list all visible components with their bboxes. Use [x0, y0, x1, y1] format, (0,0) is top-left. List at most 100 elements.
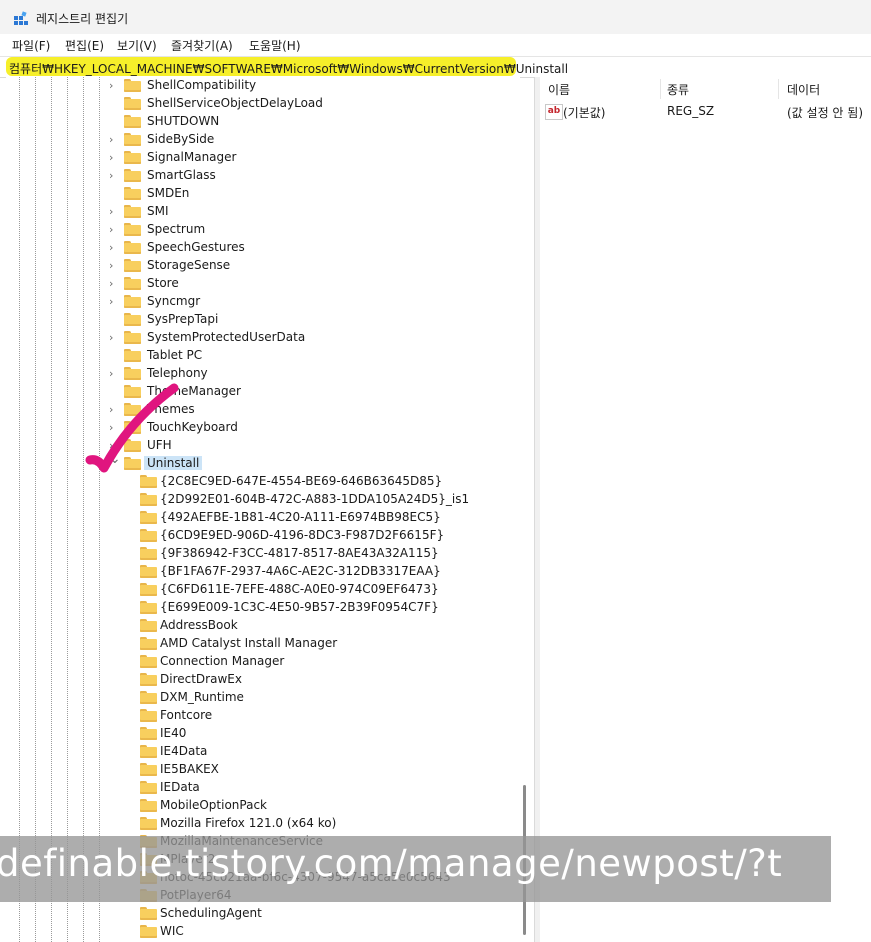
tree-subkey-label[interactable]: {6CD9E9ED-906D-4196-8DC3-F987D2F6615F}	[160, 528, 444, 542]
tree-subkey-row[interactable]: IE5BAKEX	[125, 761, 520, 779]
tree-key-row[interactable]: › ShellCompatibility	[109, 77, 520, 95]
expand-chevron-icon[interactable]: ›	[109, 223, 119, 237]
expand-chevron-icon[interactable]: ›	[109, 241, 119, 255]
expand-chevron-icon[interactable]: ›	[109, 367, 119, 381]
tree-subkey-row[interactable]: MobileOptionPack	[125, 797, 520, 815]
tree-key-label[interactable]: StorageSense	[147, 258, 230, 272]
tree-subkey-row[interactable]: IE4Data	[125, 743, 520, 761]
tree-subkey-label[interactable]: {E699E009-1C3C-4E50-9B57-2B39F0954C7F}	[160, 600, 439, 614]
tree-subkey-label[interactable]: DXM_Runtime	[160, 690, 244, 704]
address-bar[interactable]: 컴퓨터₩HKEY_LOCAL_MACHINE₩SOFTWARE₩Microsof…	[0, 56, 871, 78]
tree-subkey-label[interactable]: WIC	[160, 924, 184, 938]
tree-key-row[interactable]: ShellServiceObjectDelayLoad	[109, 95, 520, 113]
tree-key-label[interactable]: Tablet PC	[147, 348, 202, 362]
tree-key-row[interactable]: › Spectrum	[109, 221, 520, 239]
menu-file[interactable]: 파일(F)	[12, 37, 50, 54]
tree-key-row[interactable]: › SideBySide	[109, 131, 520, 149]
tree-subkey-label[interactable]: {2C8EC9ED-647E-4554-BE69-646B63645D85}	[160, 474, 442, 488]
tree-subkey-row[interactable]: {6CD9E9ED-906D-4196-8DC3-F987D2F6615F}	[125, 527, 520, 545]
values-pane[interactable]: 이름 종류 데이터 ab (기본값) REG_SZ (값 설정 안 됨)	[540, 77, 871, 942]
value-row[interactable]: ab (기본값) REG_SZ (값 설정 안 됨)	[540, 103, 871, 121]
tree-key-row[interactable]: › SMI	[109, 203, 520, 221]
tree-key-label[interactable]: Syncmgr	[147, 294, 200, 308]
tree-key-label[interactable]: SMI	[147, 204, 169, 218]
column-separator[interactable]	[660, 79, 661, 99]
tree-key-label[interactable]: Spectrum	[147, 222, 205, 236]
tree-key-row[interactable]: › SystemProtectedUserData	[109, 329, 520, 347]
tree-subkey-row[interactable]: {C6FD611E-7EFE-488C-A0E0-974C09EF6473}	[125, 581, 520, 599]
tree-subkey-row[interactable]: {2D992E01-604B-472C-A883-1DDA105A24D5}_i…	[125, 491, 520, 509]
tree-key-row[interactable]: SHUTDOWN	[109, 113, 520, 131]
tree-subkey-label[interactable]: {2D992E01-604B-472C-A883-1DDA105A24D5}_i…	[160, 492, 469, 506]
tree-key-row[interactable]: › SpeechGestures	[109, 239, 520, 257]
tree-key-row[interactable]: › StorageSense	[109, 257, 520, 275]
column-header-data[interactable]: 데이터	[787, 81, 820, 98]
tree-subkey-row[interactable]: Mozilla Firefox 121.0 (x64 ko)	[125, 815, 520, 833]
menu-view[interactable]: 보기(V)	[117, 37, 157, 54]
tree-subkey-label[interactable]: {9F386942-F3CC-4817-8517-8AE43A32A115}	[160, 546, 439, 560]
tree-key-label[interactable]: ShellServiceObjectDelayLoad	[147, 96, 323, 110]
tree-subkey-label[interactable]: Mozilla Firefox 121.0 (x64 ko)	[160, 816, 336, 830]
tree-subkey-row[interactable]: Connection Manager	[125, 653, 520, 671]
menu-favorites[interactable]: 즐겨찾기(A)	[171, 37, 233, 54]
expand-chevron-icon[interactable]: ›	[109, 133, 119, 147]
tree-key-label[interactable]: SideBySide	[147, 132, 214, 146]
expand-chevron-icon[interactable]: ›	[109, 277, 119, 291]
expand-chevron-icon[interactable]: ›	[109, 79, 119, 93]
tree-scrollbar[interactable]	[517, 77, 521, 942]
tree-subkey-label[interactable]: IEData	[160, 780, 200, 794]
expand-chevron-icon[interactable]: ›	[109, 205, 119, 219]
tree-key-row[interactable]: SysPrepTapi	[109, 311, 520, 329]
tree-subkey-row[interactable]: IE40	[125, 725, 520, 743]
expand-chevron-icon[interactable]: ›	[109, 295, 119, 309]
tree-subkey-label[interactable]: MobileOptionPack	[160, 798, 267, 812]
tree-subkey-label[interactable]: AddressBook	[160, 618, 238, 632]
menu-help[interactable]: 도움말(H)	[249, 37, 301, 54]
tree-subkey-label[interactable]: IE5BAKEX	[160, 762, 219, 776]
tree-subkey-row[interactable]: SchedulingAgent	[125, 905, 520, 923]
expand-chevron-icon[interactable]: ›	[109, 331, 119, 345]
column-header-type[interactable]: 종류	[667, 81, 689, 98]
tree-subkey-row[interactable]: IEData	[125, 779, 520, 797]
tree-key-label[interactable]: SmartGlass	[147, 168, 216, 182]
tree-subkey-row[interactable]: Fontcore	[125, 707, 520, 725]
tree-subkey-label[interactable]: Connection Manager	[160, 654, 284, 668]
menu-edit[interactable]: 편집(E)	[65, 37, 104, 54]
tree-subkey-label[interactable]: {492AEFBE-1B81-4C20-A111-E6974BB98EC5}	[160, 510, 441, 524]
column-header-name[interactable]: 이름	[548, 81, 570, 98]
tree-key-label[interactable]: SHUTDOWN	[147, 114, 219, 128]
expand-chevron-icon[interactable]: ›	[109, 259, 119, 273]
expand-chevron-icon[interactable]: ›	[109, 151, 119, 165]
column-separator[interactable]	[778, 79, 779, 99]
tree-subkey-row[interactable]: WIC	[125, 923, 520, 941]
address-path[interactable]: 컴퓨터₩HKEY_LOCAL_MACHINE₩SOFTWARE₩Microsof…	[9, 60, 568, 77]
tree-key-row[interactable]: › Store	[109, 275, 520, 293]
tree-key-row[interactable]: › SignalManager	[109, 149, 520, 167]
tree-key-label[interactable]: ShellCompatibility	[147, 78, 256, 92]
tree-key-label[interactable]: SystemProtectedUserData	[147, 330, 305, 344]
tree-subkey-label[interactable]: Fontcore	[160, 708, 212, 722]
tree-key-row[interactable]: Tablet PC	[109, 347, 520, 365]
tree-key-label[interactable]: Telephony	[147, 366, 208, 380]
expand-chevron-icon[interactable]: ›	[109, 169, 119, 183]
tree-key-label[interactable]: SMDEn	[147, 186, 189, 200]
tree-subkey-label[interactable]: AMD Catalyst Install Manager	[160, 636, 337, 650]
tree-key-label[interactable]: SpeechGestures	[147, 240, 245, 254]
tree-subkey-label[interactable]: IE40	[160, 726, 186, 740]
tree-key-label[interactable]: SysPrepTapi	[147, 312, 218, 326]
tree-key-row[interactable]: › Syncmgr	[109, 293, 520, 311]
tree-subkey-label[interactable]: IE4Data	[160, 744, 207, 758]
tree-subkey-label[interactable]: DirectDrawEx	[160, 672, 242, 686]
tree-subkey-row[interactable]: DirectDrawEx	[125, 671, 520, 689]
tree-subkey-row[interactable]: AMD Catalyst Install Manager	[125, 635, 520, 653]
tree-subkey-label[interactable]: SchedulingAgent	[160, 906, 262, 920]
tree-subkey-row[interactable]: {E699E009-1C3C-4E50-9B57-2B39F0954C7F}	[125, 599, 520, 617]
tree-subkey-row[interactable]: DXM_Runtime	[125, 689, 520, 707]
tree-subkey-label[interactable]: {BF1FA67F-2937-4A6C-AE2C-312DB3317EAA}	[160, 564, 441, 578]
key-tree[interactable]: › ShellCompatibility ShellServiceObjectDel…	[6, 77, 520, 942]
tree-key-label[interactable]: Store	[147, 276, 179, 290]
tree-subkey-row[interactable]: AddressBook	[125, 617, 520, 635]
tree-key-row[interactable]: › SmartGlass	[109, 167, 520, 185]
tree-subkey-row[interactable]: {9F386942-F3CC-4817-8517-8AE43A32A115}	[125, 545, 520, 563]
tree-subkey-row[interactable]: {BF1FA67F-2937-4A6C-AE2C-312DB3317EAA}	[125, 563, 520, 581]
